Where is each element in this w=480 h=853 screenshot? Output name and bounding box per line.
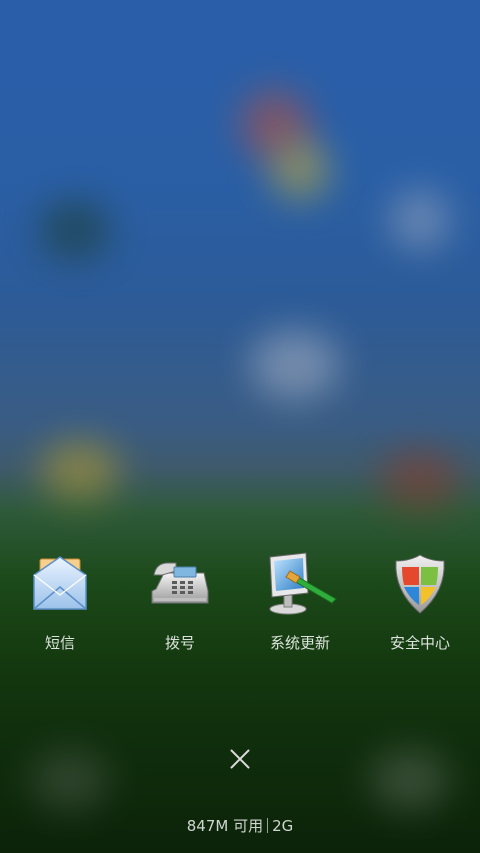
envelope-icon [30,551,90,615]
system-update-icon [269,551,337,615]
app-label: 安全中心 [389,634,450,652]
app-label: 拨号 [164,634,195,652]
phone-icon [150,551,210,615]
close-icon[interactable] [226,745,254,773]
blurred-wallpaper [0,0,480,853]
app-sms[interactable]: 短信 [0,545,120,655]
status-divider [267,818,269,833]
app-system-update[interactable]: 系统更新 [240,545,360,655]
security-shield-icon [390,551,450,615]
app-label: 系统更新 [269,634,330,652]
memory-total-text: 2G [272,817,294,835]
app-security-center[interactable]: 安全中心 [360,545,480,655]
memory-status: 847M 可用 2G [0,815,480,836]
app-dialer[interactable]: 拨号 [120,545,240,655]
memory-available-text: 847M 可用 [186,817,264,835]
recent-apps-row: 短信 拨号 系统更新 安全中心 [0,545,480,665]
app-label: 短信 [44,634,75,652]
